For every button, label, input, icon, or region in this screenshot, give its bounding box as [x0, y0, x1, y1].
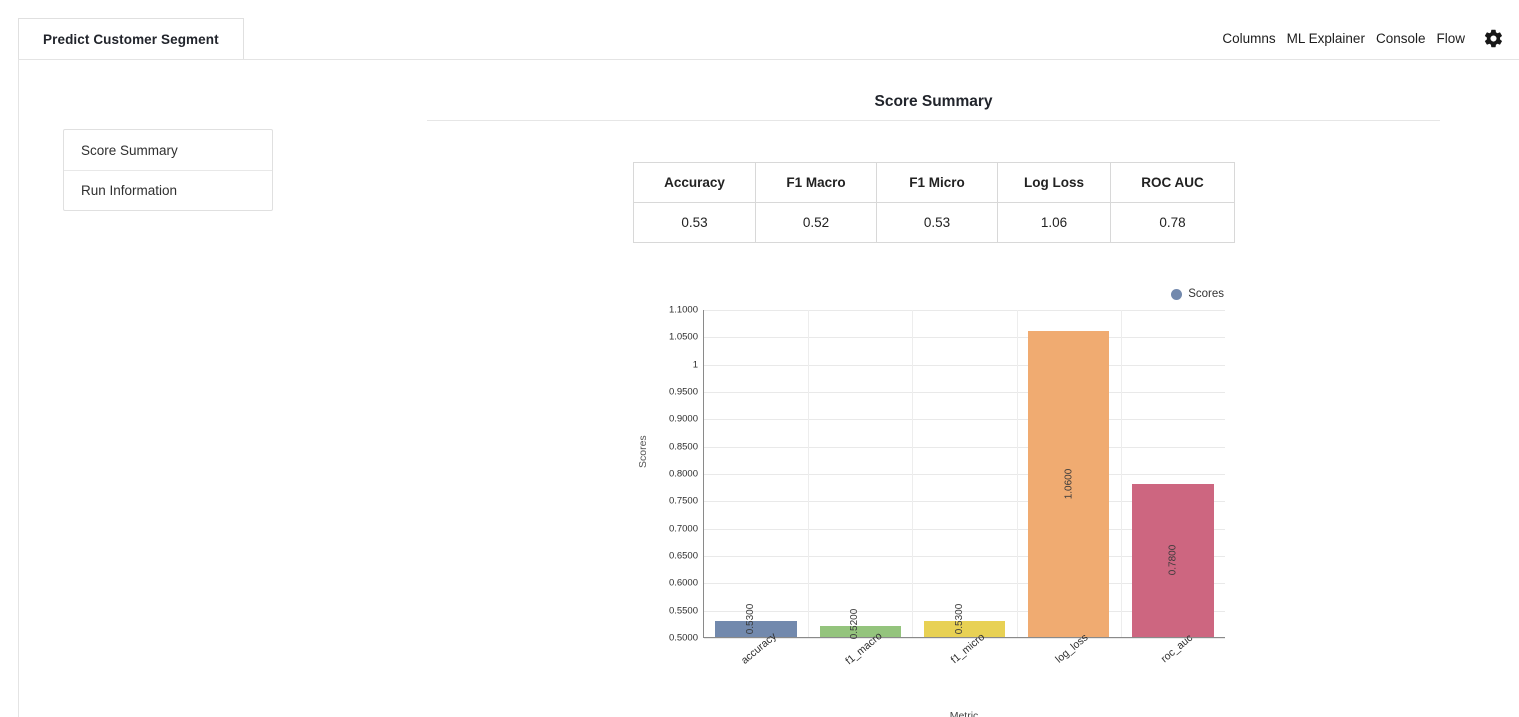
gear-icon[interactable]: [1481, 26, 1505, 50]
page-title: Score Summary: [874, 93, 993, 110]
x-tick-slot: log_loss: [1016, 632, 1120, 690]
bar-value-label: 0.5200: [849, 608, 861, 640]
cell-log-loss: 1.06: [997, 202, 1111, 243]
bar-accuracy[interactable]: 0.5300: [715, 603, 797, 637]
y-tick-label: 0.7000: [668, 523, 698, 535]
x-tick-slot: f1_macro: [807, 630, 911, 690]
y-axis-label: Scores: [637, 435, 649, 468]
y-tick-label: 0.6500: [668, 550, 698, 562]
bar-slot: 0.5300: [912, 310, 1016, 637]
plot-area: 0.5300 0.5200 0.5300 1.0600 0.7800: [703, 310, 1225, 639]
y-tick-label: 1: [692, 359, 698, 371]
y-tick-label: 0.6000: [668, 577, 698, 589]
cell-f1-micro: 0.53: [876, 202, 998, 243]
metrics-table: Accuracy F1 Macro F1 Micro Log Loss ROC …: [633, 162, 1235, 243]
nav-ml-explainer[interactable]: ML Explainer: [1287, 29, 1365, 49]
y-tick-label: 0.5500: [668, 605, 698, 617]
y-tick-label: 1.1000: [668, 304, 698, 316]
bar-series-scores: 0.5300 0.5200 0.5300 1.0600 0.7800: [704, 310, 1225, 639]
x-tick-slot: f1_micro: [912, 631, 1016, 690]
y-axis-ticks: 1.1000 1.0500 1 0.9500 0.9000 0.8500 0.8000 0.7…: [654, 305, 702, 644]
col-f1-macro: F1 Macro: [755, 162, 877, 203]
bar-value-label: 0.7800: [1167, 545, 1179, 576]
cell-f1-macro: 0.52: [755, 202, 877, 243]
bar-value-label: 0.5300: [953, 603, 965, 634]
cell-accuracy: 0.53: [633, 202, 756, 243]
col-accuracy: Accuracy: [633, 162, 756, 203]
y-tick-label: 0.9000: [668, 413, 698, 425]
y-tick-label: 0.8500: [668, 441, 698, 453]
x-tick-slot: accuracy: [703, 630, 807, 690]
y-tick-label: 1.0500: [668, 331, 698, 343]
bar-slot: 0.5300: [704, 310, 808, 637]
y-tick-label: 0.5000: [668, 632, 698, 644]
col-f1-micro: F1 Micro: [876, 162, 998, 203]
col-roc-auc: ROC AUC: [1110, 162, 1235, 203]
top-bar-divider: [18, 59, 1519, 60]
table-row: 0.53 0.52 0.53 1.06 0.78: [633, 202, 1235, 243]
nav-columns[interactable]: Columns: [1222, 29, 1275, 49]
gridline: [704, 638, 1225, 639]
legend-label-scores: Scores: [1188, 288, 1224, 300]
bar-log_loss[interactable]: 1.0600: [1028, 330, 1110, 637]
y-tick-label: 0.8000: [668, 468, 698, 480]
sidebar-item-score-summary[interactable]: Score Summary: [64, 130, 272, 170]
sidebar-item-run-information[interactable]: Run Information: [64, 170, 272, 210]
bar-f1_macro[interactable]: 0.5200: [819, 609, 901, 639]
bar-slot: 1.0600: [1017, 310, 1121, 637]
content-left-border: [18, 60, 19, 717]
chart-legend: Scores: [1171, 288, 1224, 300]
score-bar-chart: Scores Scores 1.1000 1.0500 1 0.9500 0.9000 0…: [636, 285, 1236, 717]
top-nav: Columns ML Explainer Console Flow: [1222, 28, 1505, 50]
bar-roc_auc[interactable]: 0.7800: [1132, 483, 1214, 637]
col-log-loss: Log Loss: [997, 162, 1111, 203]
x-axis-label: Metric: [949, 710, 979, 717]
title-divider: [427, 120, 1440, 121]
top-bar: Predict Customer Segment Columns ML Expl…: [0, 0, 1519, 60]
bar-value-label: 0.5300: [745, 603, 757, 634]
sidebar-menu: Score Summary Run Information: [63, 129, 273, 211]
y-tick-label: 0.9500: [668, 386, 698, 398]
app-root: Predict Customer Segment Columns ML Expl…: [0, 0, 1519, 717]
nav-flow[interactable]: Flow: [1436, 29, 1465, 49]
legend-swatch-scores: [1171, 288, 1183, 300]
table-header-row: Accuracy F1 Macro F1 Micro Log Loss ROC …: [633, 162, 1235, 203]
x-axis-ticks: accuracy f1_macro f1_micro log_loss roc_auc: [703, 630, 1225, 690]
nav-console[interactable]: Console: [1376, 29, 1426, 49]
bar-slot: 0.7800: [1121, 310, 1225, 637]
x-tick-slot: roc_auc: [1121, 632, 1225, 690]
bar-value-label: 1.0600: [1063, 468, 1075, 500]
bar-f1_micro[interactable]: 0.5300: [923, 603, 1006, 637]
plot-wrapper: Scores 1.1000 1.0500 1 0.9500 0.9000 0.8500 0.…: [636, 305, 1236, 717]
y-tick-label: 0.7500: [668, 495, 698, 507]
tab-predict-customer-segment[interactable]: Predict Customer Segment: [18, 18, 244, 60]
tab-strip: Predict Customer Segment: [18, 18, 244, 60]
cell-roc-auc: 0.78: [1110, 202, 1235, 243]
bar-slot: 0.5200: [808, 310, 912, 639]
